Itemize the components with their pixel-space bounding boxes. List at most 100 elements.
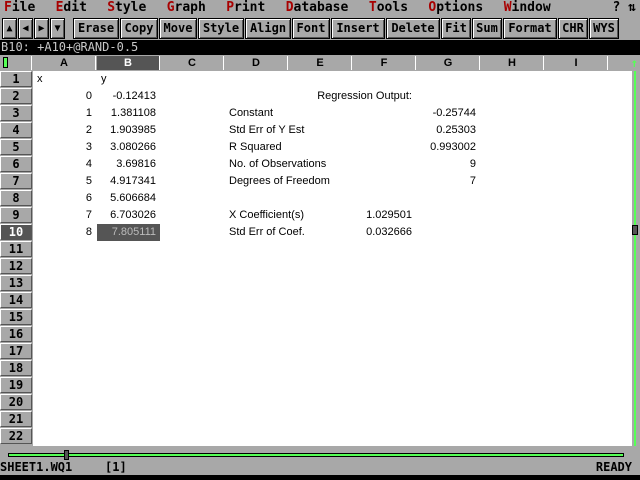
menu-edit[interactable]: Edit: [56, 0, 87, 16]
toolbar-erase-button[interactable]: Erase: [73, 18, 119, 39]
cell-A7[interactable]: 5: [33, 173, 96, 190]
row-header-9[interactable]: 9: [0, 207, 32, 223]
toolbar-copy-button[interactable]: Copy: [120, 18, 158, 39]
row-header-21[interactable]: 21: [0, 411, 32, 427]
toolbar-chr-button[interactable]: CHR: [558, 18, 588, 39]
cell-G6[interactable]: 9: [417, 156, 480, 173]
column-header-H[interactable]: H: [481, 56, 544, 70]
row-header-3[interactable]: 3: [0, 105, 32, 121]
toolbar-style-button[interactable]: Style: [198, 18, 244, 39]
cell-G5[interactable]: 0.993002: [417, 139, 480, 156]
cell-B7[interactable]: 4.917341: [97, 173, 160, 190]
toolbar-insert-button[interactable]: Insert: [331, 18, 385, 39]
row-header-19[interactable]: 19: [0, 377, 32, 393]
column-header-F[interactable]: F: [353, 56, 416, 70]
row-header-15[interactable]: 15: [0, 309, 32, 325]
cell-B4[interactable]: 1.903985: [97, 122, 160, 139]
row-header-10[interactable]: 10: [0, 224, 32, 240]
cell-B5[interactable]: 3.080266: [97, 139, 160, 156]
cell-B8[interactable]: 5.606684: [97, 190, 160, 207]
row-header-13[interactable]: 13: [0, 275, 32, 291]
menu-file[interactable]: File: [4, 0, 35, 16]
menu-print[interactable]: Print: [226, 0, 265, 16]
column-header-G[interactable]: G: [417, 56, 480, 70]
row-header-5[interactable]: 5: [0, 139, 32, 155]
cell-A3[interactable]: 1: [33, 105, 96, 122]
menu-graph[interactable]: Graph: [167, 0, 206, 16]
cell-B1[interactable]: y: [97, 71, 111, 88]
nav-left-button[interactable]: ◀: [18, 18, 33, 39]
menu-style[interactable]: Style: [107, 0, 146, 16]
cell-B9[interactable]: 6.703026: [97, 207, 160, 224]
toolbar-wys-button[interactable]: WYS: [589, 18, 619, 39]
cell-A8[interactable]: 6: [33, 190, 96, 207]
row-header-16[interactable]: 16: [0, 326, 32, 342]
toolbar-fit-button[interactable]: Fit: [441, 18, 471, 39]
row-header-14[interactable]: 14: [0, 292, 32, 308]
row-header-7[interactable]: 7: [0, 173, 32, 189]
row-header-2[interactable]: 2: [0, 88, 32, 104]
nav-up-button[interactable]: ▲: [2, 18, 17, 39]
cell-B10[interactable]: 7.805111: [97, 224, 160, 241]
column-header-C[interactable]: C: [161, 56, 224, 70]
row-header-1[interactable]: 1: [0, 71, 32, 87]
menu-database[interactable]: Database: [286, 0, 349, 16]
scroll-up-icon[interactable]: ↑: [631, 56, 638, 70]
row-header-17[interactable]: 17: [0, 343, 32, 359]
column-header-B[interactable]: B: [97, 56, 160, 70]
menu-window[interactable]: Window: [504, 0, 551, 16]
cell-D5[interactable]: R Squared: [225, 139, 286, 156]
cell-A6[interactable]: 4: [33, 156, 96, 173]
cell-B2[interactable]: -0.12413: [97, 88, 160, 105]
column-header-D[interactable]: D: [225, 56, 288, 70]
row-header-4[interactable]: 4: [0, 122, 32, 138]
row-header-8[interactable]: 8: [0, 190, 32, 206]
nav-down-button[interactable]: ▼: [50, 18, 65, 39]
cell-F10[interactable]: 0.032666: [353, 224, 416, 241]
cell-G4[interactable]: 0.25303: [417, 122, 480, 139]
cell-D7[interactable]: Degrees of Freedom: [225, 173, 334, 190]
cell-D3[interactable]: Constant: [225, 105, 277, 122]
toolbar-move-button[interactable]: Move: [159, 18, 197, 39]
row-header-18[interactable]: 18: [0, 360, 32, 376]
menu-tools[interactable]: Tools: [369, 0, 408, 16]
cell-A9[interactable]: 7: [33, 207, 96, 224]
cell-B6[interactable]: 3.69816: [97, 156, 160, 173]
vertical-scroll-thumb[interactable]: [632, 225, 638, 235]
spreadsheet-grid[interactable]: x y 0 -0.12413 1 1.381108 2 1.903985 3 3.080266 4 3…: [33, 71, 632, 446]
select-all-corner[interactable]: [0, 56, 32, 70]
row-header-6[interactable]: 6: [0, 156, 32, 172]
row-header-12[interactable]: 12: [0, 258, 32, 274]
toolbar-font-button[interactable]: Font: [292, 18, 330, 39]
cell-D6[interactable]: No. of Observations: [225, 156, 330, 173]
nav-right-button[interactable]: ▶: [34, 18, 49, 39]
menu-options[interactable]: Options: [428, 0, 483, 16]
help-icon[interactable]: ? ⇅: [613, 0, 636, 15]
toolbar-sum-button[interactable]: Sum: [472, 18, 502, 39]
column-header-E[interactable]: E: [289, 56, 352, 70]
cell-A4[interactable]: 2: [33, 122, 96, 139]
row-header-22[interactable]: 22: [0, 428, 32, 444]
formula-bar[interactable]: B10: +A10+@RAND-0.5: [0, 40, 640, 55]
vertical-scrollbar[interactable]: [632, 71, 640, 446]
cell-F9[interactable]: 1.029501: [353, 207, 416, 224]
cell-D9[interactable]: X Coefficient(s): [225, 207, 308, 224]
cell-A1[interactable]: x: [33, 71, 47, 88]
cell-A10[interactable]: 8: [33, 224, 96, 241]
cell-B3[interactable]: 1.381108: [97, 105, 160, 122]
toolbar-align-button[interactable]: Align: [245, 18, 291, 39]
column-header-I[interactable]: I: [545, 56, 608, 70]
cell-G7[interactable]: 7: [417, 173, 480, 190]
column-header-A[interactable]: A: [33, 56, 96, 70]
toolbar-delete-button[interactable]: Delete: [386, 18, 440, 39]
cell-G3[interactable]: -0.25744: [417, 105, 480, 122]
cell-D4[interactable]: Std Err of Y Est: [225, 122, 308, 139]
horizontal-scroll-thumb[interactable]: [64, 450, 69, 460]
toolbar-format-button[interactable]: Format: [503, 18, 557, 39]
cell-F2[interactable]: Regression Output:: [313, 88, 416, 105]
row-header-20[interactable]: 20: [0, 394, 32, 410]
horizontal-scrollbar[interactable]: [0, 450, 640, 460]
cell-A2[interactable]: 0: [33, 88, 96, 105]
cell-A5[interactable]: 3: [33, 139, 96, 156]
cell-D10[interactable]: Std Err of Coef.: [225, 224, 309, 241]
